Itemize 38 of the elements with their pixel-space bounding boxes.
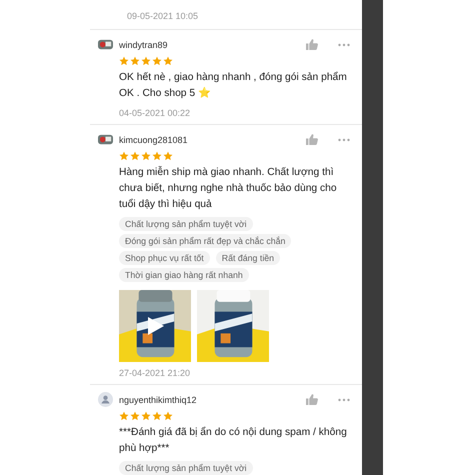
thumbs-up-icon[interactable] bbox=[306, 394, 318, 405]
more-icon[interactable] bbox=[338, 398, 350, 402]
star-icon bbox=[130, 411, 140, 421]
review-date: 27-04-2021 21:20 bbox=[119, 368, 190, 378]
review-tag: Thời gian giao hàng rất nhanh bbox=[119, 268, 249, 282]
play-icon[interactable] bbox=[148, 317, 164, 335]
review-tag: Shop phục vụ rất tốt bbox=[119, 251, 210, 265]
review-tag: Chất lượng sản phẩm tuyệt vời bbox=[119, 217, 253, 231]
star-icon bbox=[119, 411, 129, 421]
star-icon bbox=[152, 151, 162, 161]
thumbs-up-icon[interactable] bbox=[306, 134, 318, 145]
avatar-icon bbox=[98, 392, 113, 407]
star-icon bbox=[141, 411, 151, 421]
review-text: OK hết nè , giao hàng nhanh , đóng gói sản phẩm OK . Cho shop 5 ⭐ bbox=[119, 70, 348, 101]
review-text: ***Đánh giá đã bị ẩn do có nội dung spam / không phù hợp*** bbox=[119, 426, 348, 456]
star-icon bbox=[163, 411, 173, 421]
star-icon bbox=[130, 56, 140, 66]
review-date: 04-05-2021 00:22 bbox=[119, 108, 190, 118]
review-tag: Chất lượng sản phẩm tuyệt vời bbox=[119, 461, 253, 475]
thumbs-up-icon[interactable] bbox=[306, 39, 318, 50]
star-icon bbox=[152, 411, 162, 421]
review-tag: Rất đáng tiền bbox=[216, 251, 280, 265]
star-icon bbox=[163, 56, 173, 66]
username: kimcuong281081 bbox=[119, 134, 189, 144]
star-icon bbox=[141, 151, 151, 161]
username: windytran89 bbox=[119, 40, 169, 50]
star-icon bbox=[119, 151, 129, 161]
username: nguyenthikimthiq12 bbox=[119, 394, 198, 404]
star-icon bbox=[163, 151, 173, 161]
more-icon[interactable] bbox=[338, 42, 350, 46]
star-icon bbox=[130, 151, 140, 161]
review-text: Hàng miễn ship mà giao nhanh. Chất lượng thì chưa biết, nhưng nghe nhà thuốc bảo dùng cho tuổi dậy thì hiệu quả bbox=[119, 165, 338, 212]
star-icon bbox=[141, 56, 151, 66]
review-date: 09-05-2021 10:05 bbox=[127, 11, 198, 21]
more-icon[interactable] bbox=[338, 138, 350, 142]
star-icon bbox=[152, 56, 162, 66]
star-icon bbox=[119, 56, 129, 66]
review-tag: Đóng gói sản phẩm rất đẹp và chắc chắn bbox=[119, 234, 292, 248]
